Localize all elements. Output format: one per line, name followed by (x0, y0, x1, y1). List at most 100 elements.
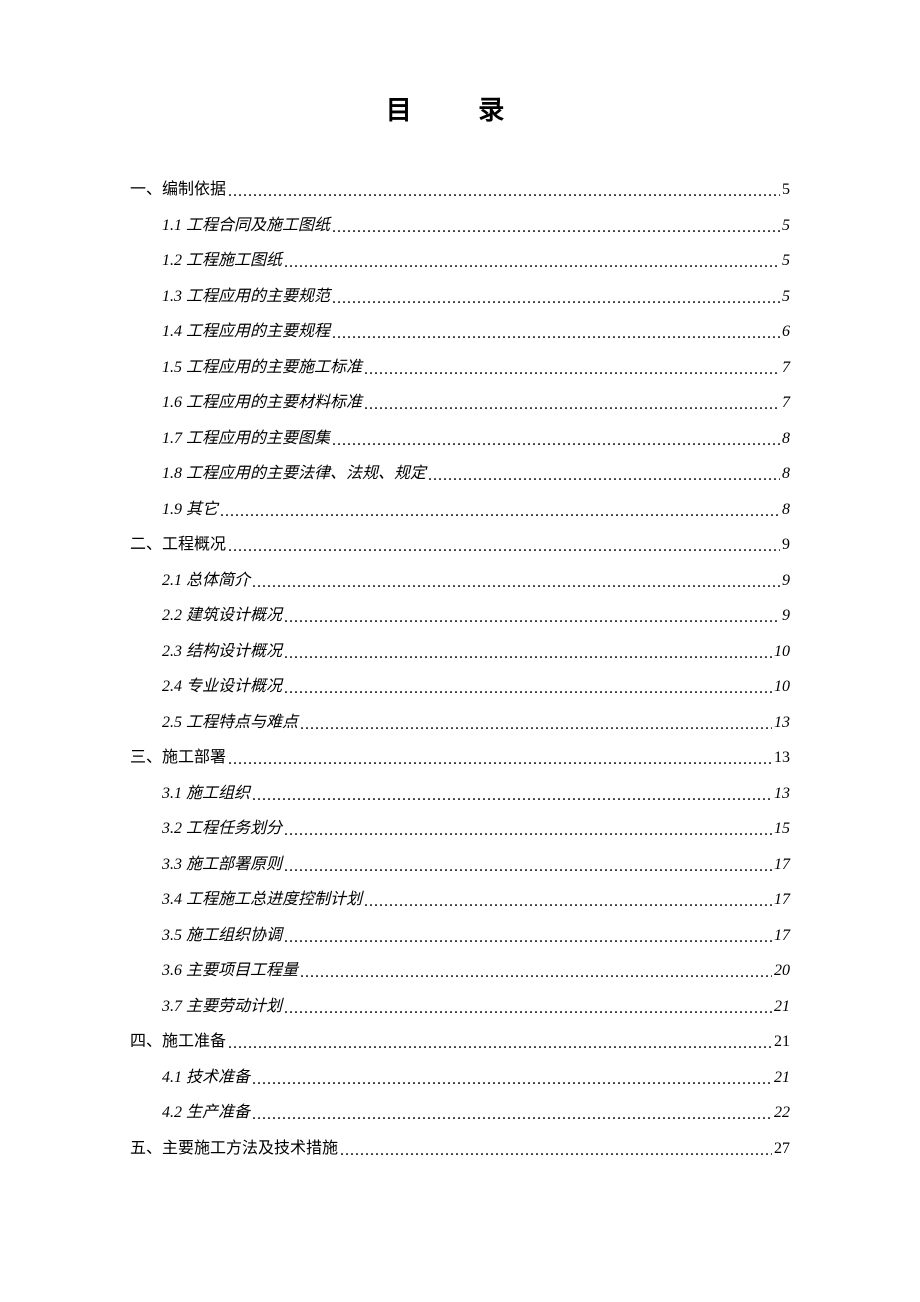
toc-entry: 1.1 工程合同及施工图纸5 (130, 218, 790, 234)
toc-entry-page: 10 (774, 644, 790, 660)
toc-leader-dots (284, 930, 772, 946)
toc-entry: 三、施工部署 13 (130, 750, 790, 766)
toc-entry: 2.2 建筑设计概况 9 (130, 608, 790, 624)
toc-entry-page: 17 (774, 857, 790, 873)
toc-entry-page: 13 (774, 750, 790, 766)
toc-entry: 1.6 工程应用的主要材料标准7 (130, 395, 790, 411)
toc-entry-label: 四、施工准备 (130, 1034, 226, 1050)
toc-entry-label: 三、施工部署 (130, 750, 226, 766)
toc-entry: 4.1 技术准备 21 (130, 1070, 790, 1086)
toc-entry-label: 2.2 建筑设计概况 (162, 608, 282, 624)
toc-leader-dots (228, 184, 780, 200)
toc-entry-label: 4.1 技术准备 (162, 1070, 250, 1086)
toc-leader-dots (228, 752, 772, 768)
toc-entry-label: 3.3 施工部署原则 (162, 857, 282, 873)
toc-entry-label: 二、工程概况 (130, 537, 226, 553)
toc-leader-dots (300, 965, 772, 981)
toc-entry-page: 10 (774, 679, 790, 695)
toc-leader-dots (332, 326, 780, 342)
toc-leader-dots (284, 646, 772, 662)
toc-entry-label: 4.2 生产准备 (162, 1105, 250, 1121)
toc-entry-page: 8 (782, 466, 790, 482)
toc-leader-dots (284, 255, 780, 271)
toc-entry: 1.4 工程应用的主要规程6 (130, 324, 790, 340)
toc-entry-label: 2.3 结构设计概况 (162, 644, 282, 660)
toc-leader-dots (364, 362, 780, 378)
toc-entry-page: 20 (774, 963, 790, 979)
toc-entry: 3.4 工程施工总进度控制计划 17 (130, 892, 790, 908)
toc-entry-page: 22 (774, 1105, 790, 1121)
toc-leader-dots (364, 894, 772, 910)
toc-leader-dots (284, 823, 772, 839)
toc-entry: 1.8 工程应用的主要法律、法规、规定 8 (130, 466, 790, 482)
toc-entry-page: 9 (782, 573, 790, 589)
toc-entry: 3.5 施工组织协调17 (130, 928, 790, 944)
toc-entry-page: 5 (782, 289, 790, 305)
toc-entry-label: 1.9 其它 (162, 502, 218, 518)
toc-entry-page: 17 (774, 928, 790, 944)
toc-entry: 2.1 总体简介 9 (130, 573, 790, 589)
toc-leader-dots (284, 681, 772, 697)
toc-entry-page: 5 (782, 218, 790, 234)
toc-entry: 2.5 工程特点与难点 13 (130, 715, 790, 731)
table-of-contents: 一、编制依据51.1 工程合同及施工图纸51.2 工程施工图纸51.3 工程应用… (130, 182, 790, 1157)
toc-entry-page: 9 (782, 537, 790, 553)
toc-leader-dots (252, 788, 772, 804)
toc-entry-page: 21 (774, 999, 790, 1015)
toc-entry: 3.7 主要劳动计划 21 (130, 999, 790, 1015)
toc-entry-label: 1.8 工程应用的主要法律、法规、规定 (162, 466, 426, 482)
toc-leader-dots (252, 1107, 772, 1123)
toc-entry-page: 8 (782, 502, 790, 518)
toc-entry-page: 7 (782, 395, 790, 411)
toc-entry-label: 1.7 工程应用的主要图集 (162, 431, 330, 447)
toc-entry-page: 6 (782, 324, 790, 340)
toc-leader-dots (332, 220, 780, 236)
toc-entry-label: 2.1 总体简介 (162, 573, 250, 589)
toc-entry-label: 五、主要施工方法及技术措施 (130, 1141, 338, 1157)
toc-entry: 2.4 专业设计概况 10 (130, 679, 790, 695)
toc-entry-page: 9 (782, 608, 790, 624)
toc-leader-dots (284, 610, 780, 626)
toc-entry-label: 一、编制依据 (130, 182, 226, 198)
toc-leader-dots (228, 539, 780, 555)
page-title: 目 录 (130, 90, 790, 127)
toc-leader-dots (284, 1001, 772, 1017)
toc-entry-label: 2.5 工程特点与难点 (162, 715, 298, 731)
toc-entry-page: 13 (774, 715, 790, 731)
toc-entry-page: 5 (782, 182, 790, 198)
toc-entry: 四、施工准备 21 (130, 1034, 790, 1050)
toc-entry: 二、工程概况 9 (130, 537, 790, 553)
toc-entry: 一、编制依据 5 (130, 182, 790, 198)
toc-entry-page: 17 (774, 892, 790, 908)
toc-entry-page: 21 (774, 1034, 790, 1050)
toc-entry: 1.3 工程应用的主要规范5 (130, 289, 790, 305)
toc-leader-dots (252, 575, 780, 591)
toc-entry: 3.3 施工部署原则 17 (130, 857, 790, 873)
toc-entry-label: 1.5 工程应用的主要施工标准 (162, 360, 362, 376)
toc-entry-label: 3.4 工程施工总进度控制计划 (162, 892, 362, 908)
toc-entry-page: 5 (782, 253, 790, 269)
toc-entry-label: 3.2 工程任务划分 (162, 821, 282, 837)
toc-leader-dots (332, 291, 780, 307)
toc-entry: 1.5 工程应用的主要施工标准7 (130, 360, 790, 376)
toc-entry-page: 15 (774, 821, 790, 837)
toc-leader-dots (228, 1036, 772, 1052)
toc-entry-page: 27 (774, 1141, 790, 1157)
toc-entry: 1.2 工程施工图纸 5 (130, 253, 790, 269)
toc-entry: 3.6 主要项目工程量 20 (130, 963, 790, 979)
toc-leader-dots (340, 1143, 772, 1159)
toc-entry: 3.1 施工组织13 (130, 786, 790, 802)
toc-entry-label: 3.7 主要劳动计划 (162, 999, 282, 1015)
toc-entry-label: 3.6 主要项目工程量 (162, 963, 298, 979)
toc-entry: 1.9 其它 8 (130, 502, 790, 518)
toc-entry-label: 3.1 施工组织 (162, 786, 250, 802)
toc-entry: 3.2 工程任务划分 15 (130, 821, 790, 837)
toc-entry-label: 1.2 工程施工图纸 (162, 253, 282, 269)
toc-entry: 4.2 生产准备 22 (130, 1105, 790, 1121)
toc-entry-label: 2.4 专业设计概况 (162, 679, 282, 695)
toc-leader-dots (284, 859, 772, 875)
toc-entry-page: 21 (774, 1070, 790, 1086)
toc-entry: 五、主要施工方法及技术措施 27 (130, 1141, 790, 1157)
toc-leader-dots (364, 397, 780, 413)
toc-leader-dots (428, 468, 780, 484)
